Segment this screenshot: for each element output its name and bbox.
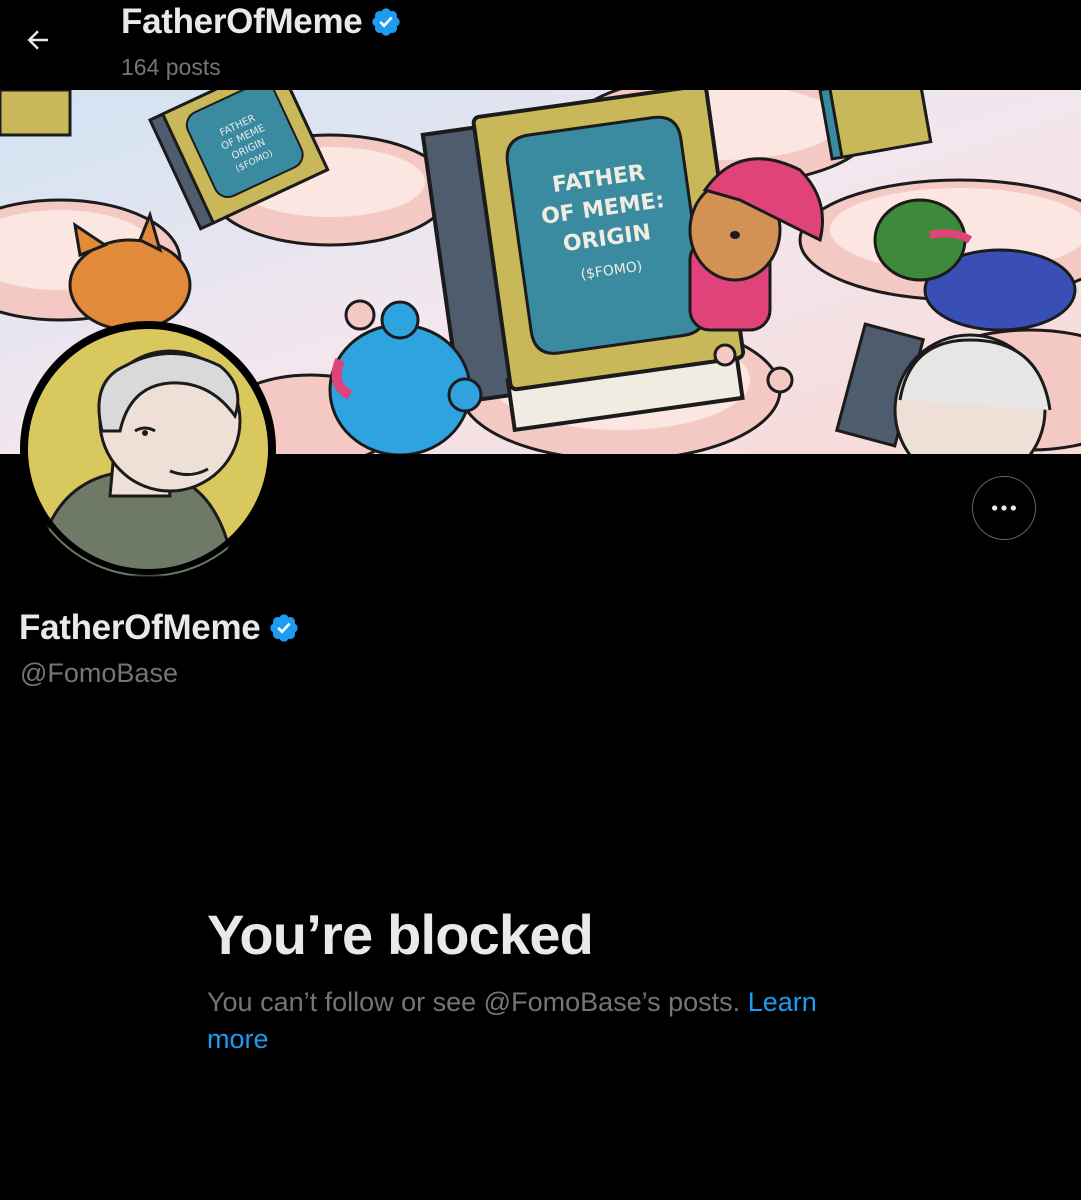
profile-avatar[interactable] bbox=[20, 321, 276, 577]
profile-name-row: FatherOfMeme bbox=[19, 608, 300, 648]
profile-handle: @FomoBase bbox=[20, 658, 178, 688]
header-name: FatherOfMeme bbox=[121, 2, 363, 41]
blocked-title: You’re blocked bbox=[207, 903, 594, 966]
more-options-icon bbox=[992, 505, 1016, 511]
back-button[interactable] bbox=[14, 16, 62, 64]
blocked-message-text: You can’t follow or see @FomoBase’s post… bbox=[207, 987, 741, 1017]
arrow-left-icon bbox=[27, 30, 48, 50]
post-count: 164 posts bbox=[121, 54, 221, 80]
more-options-button[interactable] bbox=[972, 476, 1036, 540]
verified-badge-icon[interactable] bbox=[268, 612, 300, 644]
blocked-message: You can’t follow or see @FomoBase’s post… bbox=[207, 984, 857, 1058]
verified-badge-icon bbox=[372, 8, 401, 36]
profile-display-name: FatherOfMeme bbox=[19, 608, 261, 647]
avatar-illustration bbox=[22, 323, 274, 577]
header-title: FatherOfMeme bbox=[121, 2, 402, 42]
top-bar: FatherOfMeme 164 posts bbox=[0, 0, 1081, 90]
